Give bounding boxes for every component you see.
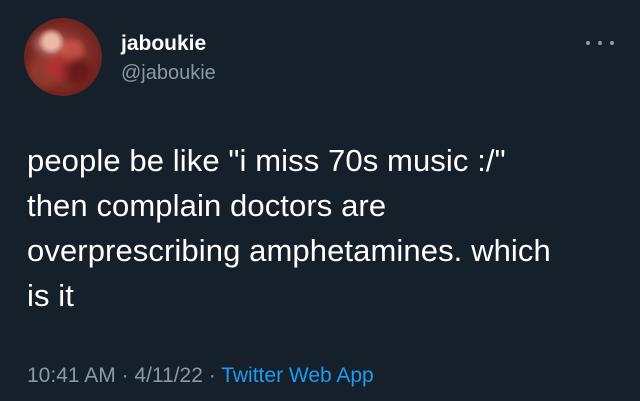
tweet-text-line: overprescribing amphetamines. which	[27, 233, 551, 268]
more-dot	[586, 41, 590, 45]
tweet-text-line: people be like "i miss 70s music :/"	[27, 143, 506, 178]
tweet-text-line: is it	[27, 278, 74, 313]
meta-separator: ·	[208, 364, 222, 387]
tweet-text-line: then complain doctors are	[27, 188, 387, 223]
more-icon[interactable]	[586, 36, 614, 50]
tweet-date[interactable]: 4/11/22	[134, 364, 203, 387]
author-handle[interactable]: @jaboukie	[121, 61, 216, 85]
tweet-meta: 10:41 AM · 4/11/22 · Twitter Web App	[27, 363, 374, 389]
more-dot	[598, 41, 602, 45]
avatar-shadow	[62, 58, 90, 82]
more-dot	[610, 41, 614, 45]
avatar[interactable]	[24, 18, 102, 96]
author-display-name[interactable]: jaboukie	[121, 32, 206, 56]
avatar-highlight	[34, 32, 64, 54]
meta-separator: ·	[121, 364, 135, 387]
tweet-time[interactable]: 10:41 AM	[27, 364, 116, 387]
tweet-text: people be like "i miss 70s music :/" the…	[27, 138, 627, 318]
tweet-source-link[interactable]: Twitter Web App	[221, 364, 374, 387]
tweet-card: jaboukie @jaboukie people be like "i mis…	[0, 0, 640, 401]
